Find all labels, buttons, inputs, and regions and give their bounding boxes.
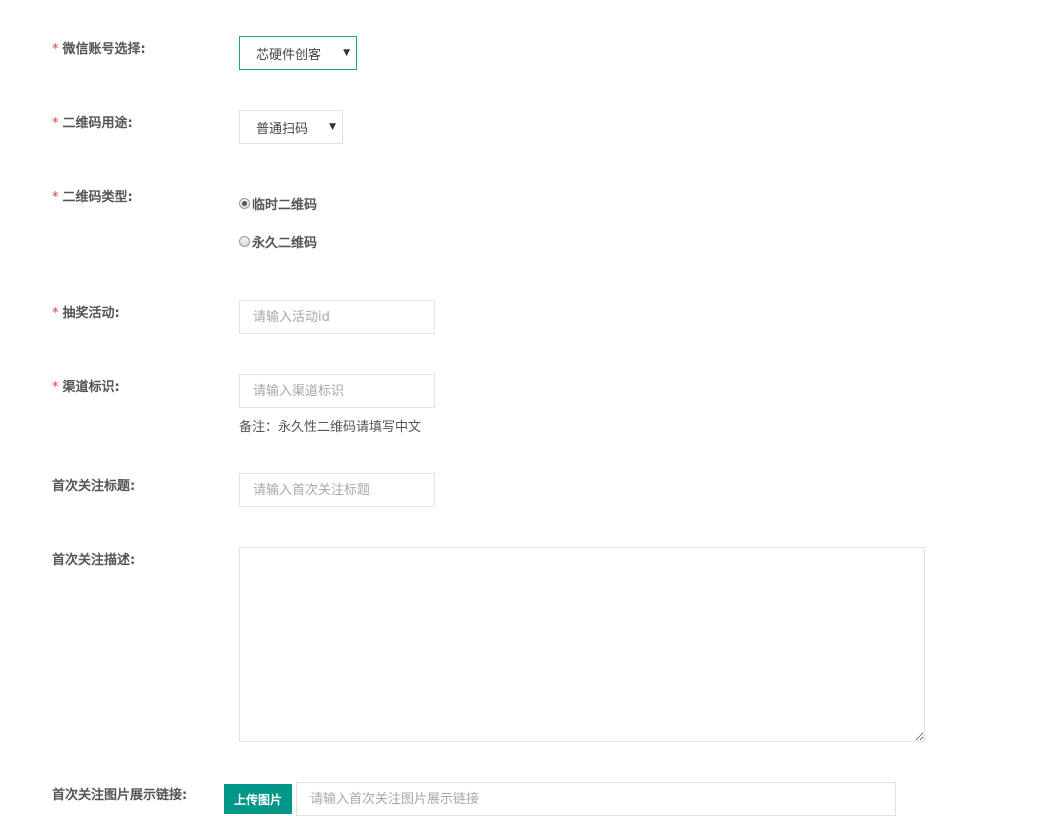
qr-usage-label-text: 二维码用途:: [62, 116, 133, 131]
wechat-account-label-text: 微信账号选择:: [62, 42, 146, 57]
wechat-account-value: 芯硬件创客: [256, 47, 322, 63]
radio-permanent-qr[interactable]: 永久二维码: [239, 232, 317, 251]
qr-usage-label: * 二维码用途:: [52, 112, 133, 131]
wechat-account-label: * 微信账号选择:: [52, 38, 146, 57]
first-follow-title-label-text: 首次关注标题:: [52, 479, 136, 494]
first-follow-title-input[interactable]: [239, 473, 435, 507]
radio-label: 临时二维码: [252, 198, 318, 213]
radio-button-checked[interactable]: [239, 198, 250, 209]
required-mark: *: [52, 380, 59, 395]
channel-note: 备注：永久性二维码请填写中文: [239, 420, 422, 435]
chevron-down-icon: ▼: [343, 48, 350, 58]
channel-label-text: 渠道标识:: [62, 380, 120, 395]
first-follow-desc-label: 首次关注描述:: [52, 549, 135, 568]
upload-image-button[interactable]: 上传图片: [224, 784, 292, 814]
qr-usage-value: 普通扫码: [256, 121, 309, 137]
first-follow-desc-label-text: 首次关注描述:: [52, 553, 136, 568]
channel-label: * 渠道标识:: [52, 376, 120, 395]
first-follow-desc-textarea[interactable]: [239, 547, 925, 742]
required-mark: *: [52, 116, 59, 131]
wechat-account-select[interactable]: 芯硬件创客 ▼: [239, 36, 357, 70]
lottery-id-input[interactable]: [239, 300, 435, 334]
first-follow-image-url-input[interactable]: [296, 782, 896, 816]
radio-button[interactable]: [239, 236, 250, 247]
channel-id-input[interactable]: [239, 374, 435, 408]
qr-type-label: * 二维码类型:: [52, 186, 133, 205]
qr-usage-select[interactable]: 普通扫码 ▼: [239, 110, 343, 144]
first-follow-image-label: 首次关注图片展示链接:: [52, 784, 187, 803]
required-mark: *: [52, 42, 59, 57]
lottery-label-text: 抽奖活动:: [62, 306, 120, 321]
first-follow-title-label: 首次关注标题:: [52, 475, 135, 494]
radio-temporary-qr[interactable]: 临时二维码: [239, 194, 317, 213]
radio-label: 永久二维码: [252, 236, 318, 251]
chevron-down-icon: ▼: [329, 122, 336, 132]
first-follow-image-label-text: 首次关注图片展示链接:: [52, 788, 188, 803]
required-mark: *: [52, 306, 59, 321]
qr-type-label-text: 二维码类型:: [62, 190, 133, 205]
required-mark: *: [52, 190, 59, 205]
lottery-label: * 抽奖活动:: [52, 302, 120, 321]
